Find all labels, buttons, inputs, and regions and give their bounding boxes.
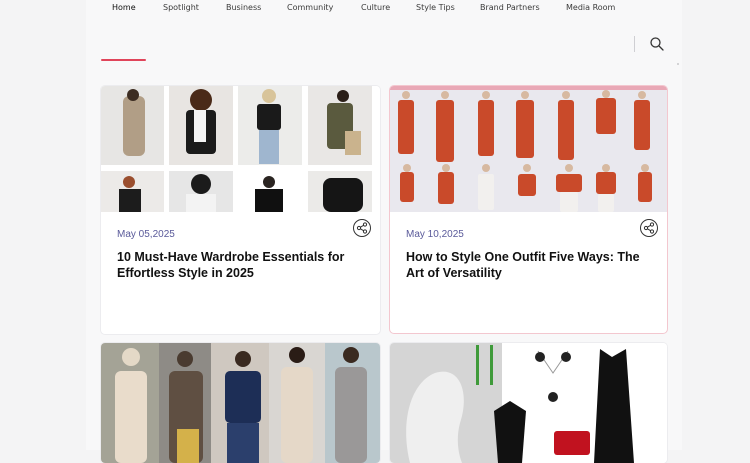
nav-item-community[interactable]: Community — [287, 3, 333, 12]
article-image-black-dresses[interactable] — [390, 343, 667, 463]
article-image-outfit-versatility[interactable] — [390, 86, 667, 212]
article-card[interactable] — [101, 343, 380, 463]
search-icon[interactable] — [649, 36, 665, 52]
article-card[interactable]: May 10,2025 How to Style One Outfit Five… — [390, 86, 667, 333]
nav-item-spotlight[interactable]: Spotlight — [163, 3, 199, 12]
nav-item-brand-partners[interactable]: Brand Partners — [480, 3, 540, 12]
nav-item-style-tips[interactable]: Style Tips — [416, 3, 455, 12]
scroll-dot — [677, 63, 679, 65]
article-card[interactable] — [390, 343, 667, 463]
share-icon[interactable] — [353, 219, 371, 237]
nav-item-home[interactable]: Home — [112, 3, 136, 12]
article-image-runway-looks[interactable] — [101, 343, 380, 463]
article-card[interactable]: May 05,2025 10 Must-Have Wardrobe Essent… — [101, 86, 380, 334]
nav-item-culture[interactable]: Culture — [361, 3, 390, 12]
article-image-wardrobe-essentials[interactable] — [101, 86, 380, 212]
article-date: May 05,2025 — [117, 229, 175, 240]
nav-item-business[interactable]: Business — [226, 3, 261, 12]
share-icon[interactable] — [640, 219, 658, 237]
article-title[interactable]: How to Style One Outfit Five Ways: The A… — [406, 249, 656, 281]
nav-item-media-room[interactable]: Media Room — [566, 3, 615, 12]
article-date: May 10,2025 — [406, 229, 464, 240]
active-tab-indicator — [101, 59, 146, 61]
article-title[interactable]: 10 Must-Have Wardrobe Essentials for Eff… — [117, 249, 367, 281]
nav-divider — [634, 36, 635, 52]
